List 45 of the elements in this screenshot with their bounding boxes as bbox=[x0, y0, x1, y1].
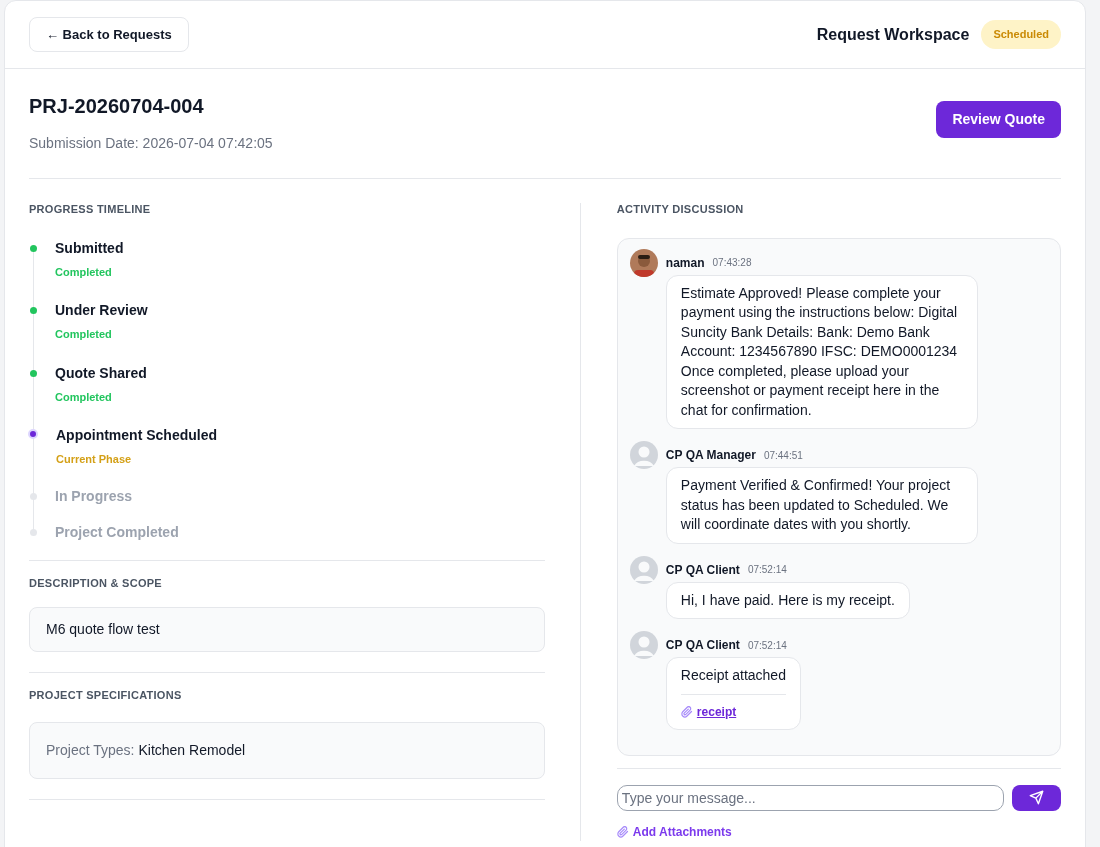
section-heading: DESCRIPTION & SCOPE bbox=[29, 575, 163, 591]
step-label: In Progress bbox=[55, 487, 133, 504]
step-status: Completed bbox=[55, 327, 113, 342]
spec-label: Project Types: bbox=[46, 740, 135, 760]
message-text: Estimate Approved! Please complete your payment using the instructions below: Digital Suncity Bank Details: Bank: Demo Bank Account: 1234567890 IFSC: DEMO0001234 Once completed, please upload your screenshot or payment receipt here in the chat for confirmation. bbox=[680, 283, 959, 420]
step-label: Under Review bbox=[55, 302, 148, 318]
step-label: Project Completed bbox=[55, 523, 179, 540]
attachment-link[interactable]: receipt bbox=[680, 693, 786, 721]
status-badge: Scheduled bbox=[981, 20, 1061, 49]
message-input[interactable]: Type your message... bbox=[616, 784, 1004, 811]
step-label: Submitted bbox=[55, 239, 124, 256]
message-author: CP QA Manager bbox=[665, 447, 756, 464]
step-status: Completed bbox=[55, 389, 113, 405]
message-text: Hi, I have paid. Here is my receipt. bbox=[680, 590, 895, 610]
avatar-icon bbox=[629, 631, 658, 659]
section-heading: PROGRESS TIMELINE bbox=[29, 202, 152, 217]
message-time: 07:44:51 bbox=[763, 448, 803, 463]
description-box: M6 quote flow test bbox=[29, 607, 545, 652]
add-attachments-link[interactable]: Add Attachments bbox=[616, 822, 732, 841]
paperclip-icon bbox=[616, 825, 629, 838]
avatar-icon bbox=[629, 555, 658, 584]
message-author: CP QA Client bbox=[665, 561, 740, 579]
submission-date: Submission Date: 2026-07-04 07:42:05 bbox=[29, 134, 273, 153]
review-quote-button[interactable]: Review Quote bbox=[936, 101, 1061, 138]
message-author: naman bbox=[665, 254, 705, 272]
step-status: Completed bbox=[55, 264, 113, 280]
section-heading: PROJECT SPECIFICATIONS bbox=[29, 688, 183, 703]
message-text: Payment Verified & Confirmed! Your project status has been updated to Scheduled. We will coordinate dates with you shortly. bbox=[680, 476, 952, 534]
request-id: PRJ-20260704-004 bbox=[29, 94, 205, 119]
message-text: Receipt attached bbox=[680, 666, 786, 685]
back-button[interactable]: ← Back to Requests bbox=[29, 17, 189, 52]
section-heading: ACTIVITY DISCUSSION bbox=[616, 202, 745, 217]
paperclip-icon bbox=[680, 705, 693, 718]
message-time: 07:52:14 bbox=[747, 638, 787, 653]
step-label: Quote Shared bbox=[55, 364, 147, 381]
spec-value: Kitchen Remodel bbox=[138, 740, 246, 760]
step-status: Current Phase bbox=[56, 452, 133, 467]
avatar-icon bbox=[629, 441, 658, 469]
message-time: 07:43:28 bbox=[712, 256, 752, 270]
page-title: Request Workspace bbox=[816, 24, 970, 45]
message-author: CP QA Client bbox=[665, 637, 740, 654]
send-icon bbox=[1029, 790, 1044, 805]
send-button[interactable] bbox=[1012, 784, 1061, 811]
message-time: 07:52:14 bbox=[747, 563, 787, 577]
step-label: Appointment Scheduled bbox=[56, 427, 217, 443]
